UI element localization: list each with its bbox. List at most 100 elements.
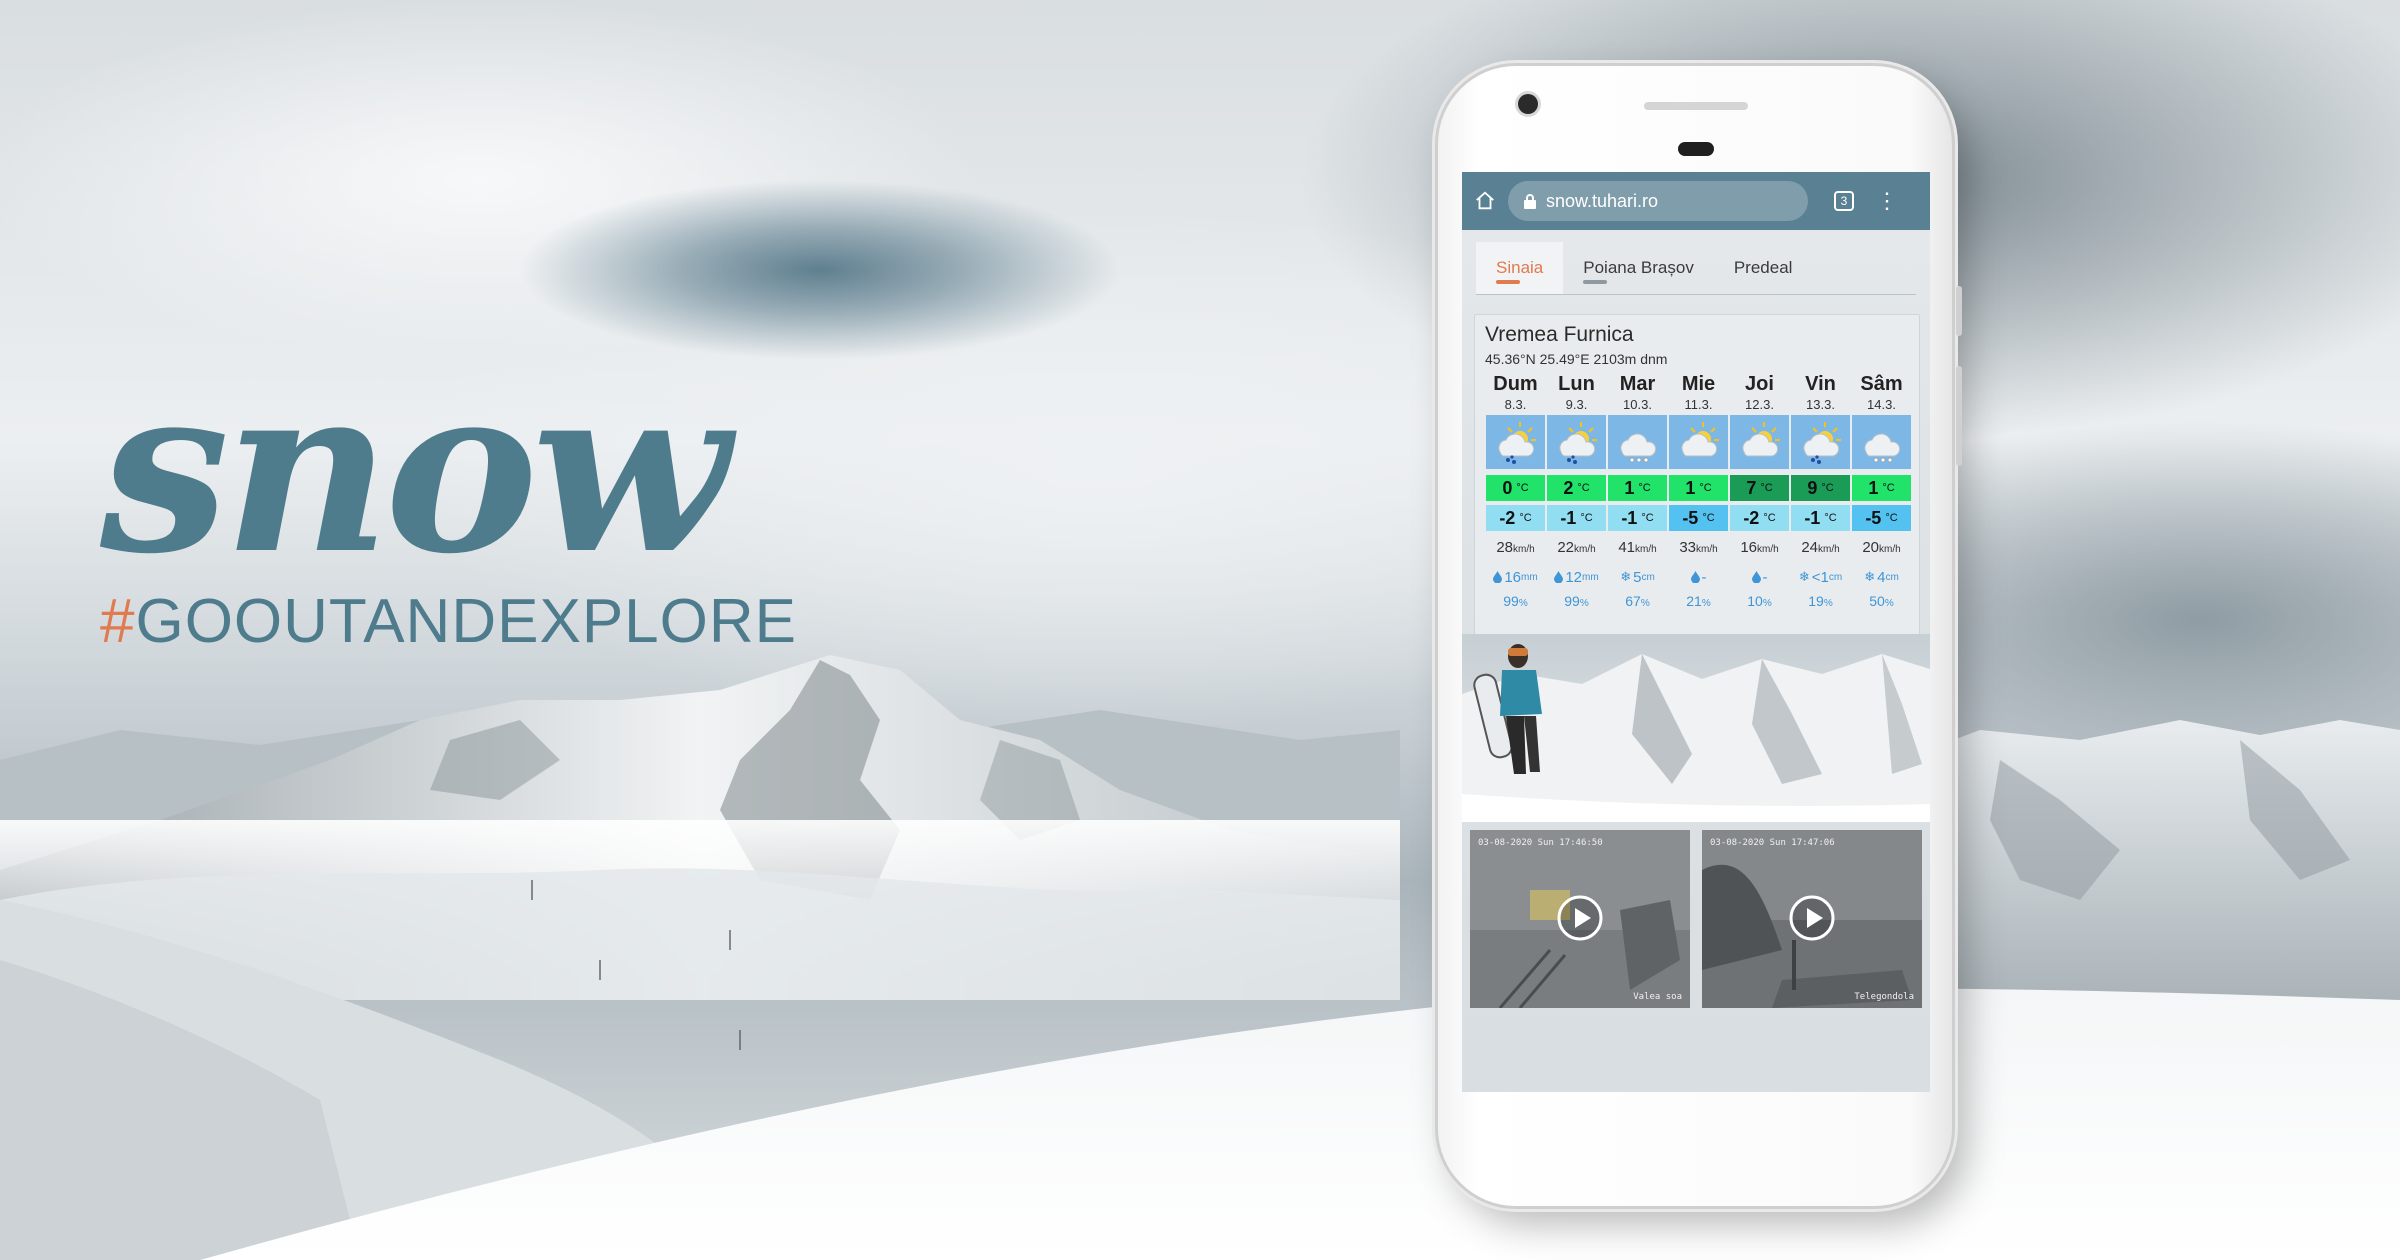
precipitation-probability: 19% xyxy=(1790,593,1851,609)
snowflake-icon: ❄ xyxy=(1798,569,1810,584)
power-button xyxy=(1956,286,1962,336)
precipitation-unit: mm xyxy=(1582,571,1599,583)
precipitation-value: 16 xyxy=(1504,568,1521,586)
snowflake-icon: ❄ xyxy=(1620,569,1632,584)
day-date: 9.3. xyxy=(1565,397,1588,412)
max-temperature: 1 °C xyxy=(1608,475,1667,501)
day-name: Mie xyxy=(1681,373,1716,395)
probability-value: 67 xyxy=(1625,593,1641,609)
url-text: snow.tuhari.ro xyxy=(1546,190,1659,211)
wind-unit: km/h xyxy=(1513,544,1535,555)
precipitation: ❄ 5 cm xyxy=(1607,565,1668,589)
precipitation: 12 mm xyxy=(1546,565,1607,589)
day-name: Sâm xyxy=(1860,373,1903,395)
min-temp-value: -1 xyxy=(1560,507,1577,528)
day-name: Lun xyxy=(1558,373,1595,395)
forecast-day-dum: Dum 8.3. 0 °C -2 °C 28km/h 16 mm 99% xyxy=(1485,373,1546,609)
max-temp-value: 7 xyxy=(1746,477,1757,498)
forecast-days: Dum 8.3. 0 °C -2 °C 28km/h 16 mm 99% Lun 9.3. 2 °C -1 °… xyxy=(1485,373,1913,609)
snow-logo-text: snow xyxy=(100,335,737,605)
forecast-day-mar: Mar 10.3. 1 °C -1 °C 41km/h ❄ 5 cm 67% xyxy=(1607,373,1668,609)
wind-value: 16 xyxy=(1740,539,1757,556)
phone-screen: snow.tuhari.ro 3 ⋮ Sinaia Poiana Brașov … xyxy=(1462,172,1930,1092)
proximity-sensor xyxy=(1678,142,1714,156)
day-name: Dum xyxy=(1493,373,1538,395)
wind-value: 28 xyxy=(1496,539,1513,556)
wind-unit: km/h xyxy=(1818,544,1840,555)
tab-poiana-brasov[interactable]: Poiana Brașov xyxy=(1563,242,1714,294)
webcam-gallery: 03-08-2020 Sun 17:46:50 Valea soa 03-08-… xyxy=(1470,830,1922,1008)
temp-unit: °C xyxy=(1516,482,1529,494)
day-date: 12.3. xyxy=(1745,397,1774,412)
precipitation-value: 4 xyxy=(1877,568,1886,586)
front-camera xyxy=(1518,94,1538,114)
temp-unit: °C xyxy=(1824,512,1837,524)
home-icon[interactable] xyxy=(1462,172,1508,230)
precipitation-value: 12 xyxy=(1565,568,1582,586)
active-tab-indicator xyxy=(1496,280,1520,284)
min-temperature: -2 °C xyxy=(1486,505,1545,531)
play-icon[interactable] xyxy=(1556,894,1604,942)
wind-speed: 20km/h xyxy=(1851,539,1912,561)
min-temp-value: -1 xyxy=(1621,507,1638,528)
webcam-name: Valea soa xyxy=(1633,992,1682,1002)
precipitation-unit: cm xyxy=(1828,571,1843,583)
wind-speed: 28km/h xyxy=(1485,539,1546,561)
tab-switcher-button[interactable]: 3 xyxy=(1834,191,1854,211)
tab-predeal[interactable]: Predeal xyxy=(1714,242,1813,294)
probability-value: 99 xyxy=(1503,593,1519,609)
earpiece-speaker xyxy=(1644,102,1748,110)
phone-mockup: snow.tuhari.ro 3 ⋮ Sinaia Poiana Brașov … xyxy=(1438,66,1962,1206)
temp-unit: °C xyxy=(1641,512,1654,524)
wind-speed: 41km/h xyxy=(1607,539,1668,561)
forecast-day-vin: Vin 13.3. 9 °C -1 °C 24km/h ❄ <1 cm 19% xyxy=(1790,373,1851,609)
more-vert-icon[interactable]: ⋮ xyxy=(1876,190,1898,212)
probability-value: 10 xyxy=(1747,593,1763,609)
min-temperature: -5 °C xyxy=(1852,505,1911,531)
min-temp-value: -1 xyxy=(1804,507,1821,528)
day-date: 14.3. xyxy=(1867,397,1896,412)
drop-icon xyxy=(1690,571,1700,583)
probability-unit: % xyxy=(1640,598,1650,609)
volume-button xyxy=(1956,366,1962,466)
temp-unit: °C xyxy=(1760,482,1773,494)
precipitation-value: <1 xyxy=(1811,568,1829,586)
tab-sinaia[interactable]: Sinaia xyxy=(1476,242,1564,294)
snow-logo: snow xyxy=(99,330,820,610)
forecast-coordinates: 45.36°N 25.49°E 2103m dnm xyxy=(1485,351,1668,367)
precipitation: - xyxy=(1668,565,1729,589)
wind-value: 24 xyxy=(1801,539,1818,556)
wind-value: 22 xyxy=(1557,539,1574,556)
webcam-tile[interactable]: 03-08-2020 Sun 17:47:06 Telegondola xyxy=(1702,830,1922,1008)
probability-unit: % xyxy=(1701,598,1711,609)
snowboarder-photo xyxy=(1462,634,1930,822)
forecast-card: Vremea Furnica 45.36°N 25.49°E 2103m dnm… xyxy=(1474,314,1920,670)
probability-unit: % xyxy=(1762,598,1772,609)
cloud-snow-icon xyxy=(1608,415,1667,469)
wind-unit: km/h xyxy=(1574,544,1596,555)
brand-tagline: #GOOUTANDEXPLORE xyxy=(100,586,797,657)
max-temp-value: 2 xyxy=(1563,477,1574,498)
drop-icon xyxy=(1493,571,1503,583)
tagline-text: GOOUTANDEXPLORE xyxy=(135,587,798,656)
day-date: 11.3. xyxy=(1684,397,1713,412)
temp-unit: °C xyxy=(1763,512,1776,524)
temp-unit: °C xyxy=(1519,512,1532,524)
min-temp-value: -5 xyxy=(1865,507,1882,528)
temp-unit: °C xyxy=(1702,512,1715,524)
max-temperature: 1 °C xyxy=(1669,475,1728,501)
address-bar[interactable]: snow.tuhari.ro xyxy=(1508,181,1808,221)
precipitation-probability: 67% xyxy=(1607,593,1668,609)
forecast-day-joi: Joi 12.3. 7 °C -2 °C 16km/h -10% xyxy=(1729,373,1790,609)
precipitation-probability: 99% xyxy=(1546,593,1607,609)
day-date: 8.3. xyxy=(1504,397,1527,412)
min-temperature: -2 °C xyxy=(1730,505,1789,531)
min-temperature: -1 °C xyxy=(1608,505,1667,531)
sun-cloud-snow-icon xyxy=(1547,415,1606,469)
play-icon[interactable] xyxy=(1788,894,1836,942)
webcam-tile[interactable]: 03-08-2020 Sun 17:46:50 Valea soa xyxy=(1470,830,1690,1008)
max-temperature: 9 °C xyxy=(1791,475,1850,501)
precipitation: - xyxy=(1729,565,1790,589)
drop-icon xyxy=(1751,571,1761,583)
wind-unit: km/h xyxy=(1635,544,1657,555)
